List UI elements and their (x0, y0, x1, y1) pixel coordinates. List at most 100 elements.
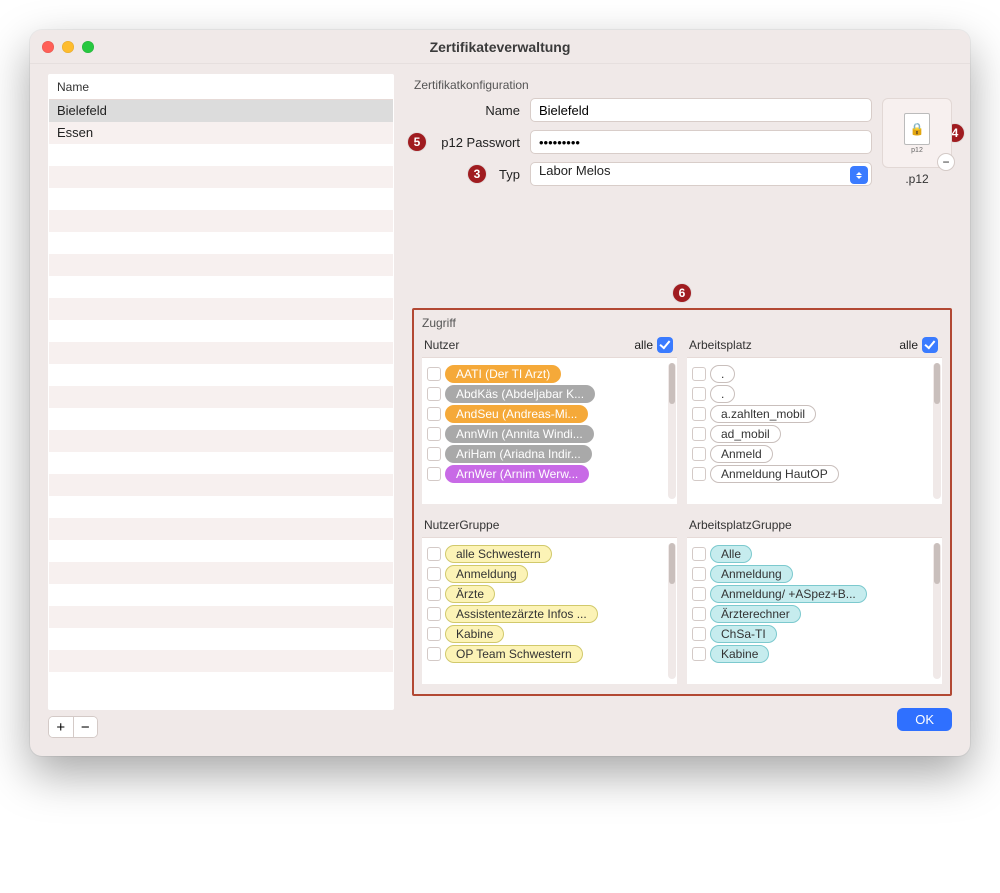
checkbox[interactable] (427, 387, 441, 401)
tag-row[interactable]: a.zahlten_mobil (692, 405, 937, 423)
tag-row[interactable]: Anmeldung (692, 565, 937, 583)
tag-row[interactable]: Kabine (427, 625, 672, 643)
list-row (49, 320, 393, 342)
type-select[interactable]: Labor Melos (530, 162, 872, 186)
checkbox[interactable] (692, 647, 706, 661)
checkbox[interactable] (692, 367, 706, 381)
checkbox[interactable] (692, 407, 706, 421)
list-row (49, 584, 393, 606)
titlebar: Zertifikateverwaltung (30, 30, 970, 64)
tag-label: Ärzte (445, 585, 495, 603)
checkbox[interactable] (692, 447, 706, 461)
arbeitsplatz-all-checkbox[interactable] (922, 337, 938, 353)
ok-button[interactable]: OK (897, 708, 952, 731)
hint-3-icon: 3 (468, 165, 486, 183)
tag-label: . (710, 365, 735, 383)
tag-label: Anmeld (710, 445, 773, 463)
tag-row[interactable]: AndSeu (Andreas-Mi... (427, 405, 672, 423)
tag-row[interactable]: AbdKäs (Abdeljabar K... (427, 385, 672, 403)
remove-button[interactable]: − (74, 717, 98, 737)
tag-row[interactable]: Anmeldung/ +ASpez+B... (692, 585, 937, 603)
checkbox[interactable] (692, 547, 706, 561)
panel-nutzer-title: Nutzer (424, 338, 634, 352)
name-input[interactable] (530, 98, 872, 122)
tag-row[interactable]: Ärzterechner (692, 605, 937, 623)
tag-row[interactable]: Anmeldung HautOP (692, 465, 937, 483)
scrollbar[interactable] (668, 543, 676, 679)
tag-row[interactable]: . (692, 385, 937, 403)
tag-row[interactable]: Anmeldung (427, 565, 672, 583)
tag-label: alle Schwestern (445, 545, 552, 563)
tag-row[interactable]: Alle (692, 545, 937, 563)
tag-row[interactable]: ad_mobil (692, 425, 937, 443)
password-label: p12 Passwort (412, 135, 520, 150)
add-remove-buttons: + − (48, 716, 98, 738)
list-row (49, 540, 393, 562)
checkbox[interactable] (427, 367, 441, 381)
list-row (49, 144, 393, 166)
tag-label: Kabine (445, 625, 504, 643)
list-header-name: Name (49, 75, 393, 100)
checkbox[interactable] (692, 567, 706, 581)
tag-row[interactable]: AriHam (Ariadna Indir... (427, 445, 672, 463)
list-row (49, 430, 393, 452)
checkbox[interactable] (427, 447, 441, 461)
p12-dropzone[interactable]: p12 − (882, 98, 952, 168)
checkbox[interactable] (427, 607, 441, 621)
list-row (49, 210, 393, 232)
list-row (49, 650, 393, 672)
tag-row[interactable]: OP Team Schwestern (427, 645, 672, 663)
scrollbar[interactable] (933, 543, 941, 679)
tag-row[interactable]: Kabine (692, 645, 937, 663)
list-row (49, 386, 393, 408)
list-row (49, 254, 393, 276)
list-row[interactable]: Essen (49, 122, 393, 144)
config-form: Name 5 p12 Passwort 3 Typ Labor Melos (412, 98, 952, 194)
tag-label: Anmeldung (710, 565, 793, 583)
checkbox[interactable] (692, 607, 706, 621)
panel-nutzergruppe-title: NutzerGruppe (424, 518, 673, 532)
checkbox[interactable] (692, 387, 706, 401)
tag-row[interactable]: AnnWin (Annita Windi... (427, 425, 672, 443)
tag-label: Kabine (710, 645, 769, 663)
scrollbar[interactable] (933, 363, 941, 499)
checkbox[interactable] (692, 587, 706, 601)
checkbox[interactable] (427, 647, 441, 661)
tag-row[interactable]: Anmeld (692, 445, 937, 463)
tag-row[interactable]: alle Schwestern (427, 545, 672, 563)
password-input[interactable] (530, 130, 872, 154)
tag-row[interactable]: ChSa-TI (692, 625, 937, 643)
tag-row[interactable]: Ärzte (427, 585, 672, 603)
name-label: Name (412, 103, 520, 118)
nutzer-all-checkbox[interactable] (657, 337, 673, 353)
list-row (49, 166, 393, 188)
checkbox[interactable] (427, 587, 441, 601)
tag-row[interactable]: . (692, 365, 937, 383)
tag-label: Anmeldung (445, 565, 528, 583)
scrollbar[interactable] (668, 363, 676, 499)
panel-arbeitsplatzgruppe-title: ArbeitsplatzGruppe (689, 518, 938, 532)
remove-p12-button[interactable]: − (937, 153, 955, 171)
hint-6-icon: 6 (673, 284, 691, 302)
checkbox[interactable] (427, 567, 441, 581)
tag-row[interactable]: Assistentezärzte Infos ... (427, 605, 672, 623)
add-button[interactable]: + (49, 717, 74, 737)
checkbox[interactable] (427, 407, 441, 421)
list-row[interactable]: Bielefeld (49, 100, 393, 122)
tag-label: OP Team Schwestern (445, 645, 583, 663)
checkbox[interactable] (427, 427, 441, 441)
panel-arbeitsplatz: Arbeitsplatz alle ..a.zahlten_mobilad_mo… (687, 334, 942, 504)
tag-row[interactable]: AATI (Der TI Arzt) (427, 365, 672, 383)
tag-label: AriHam (Ariadna Indir... (445, 445, 592, 463)
tag-label: a.zahlten_mobil (710, 405, 816, 423)
checkbox[interactable] (427, 547, 441, 561)
checkbox[interactable] (692, 627, 706, 641)
checkbox[interactable] (692, 427, 706, 441)
content: Name BielefeldEssen + − Zertifikatkonfig… (30, 64, 970, 756)
list-row (49, 342, 393, 364)
checkbox[interactable] (692, 467, 706, 481)
tag-row[interactable]: ArnWer (Arnim Werw... (427, 465, 672, 483)
access-frame: Zugriff Nutzer alle AATI (Der TI Arzt)Ab… (412, 308, 952, 696)
checkbox[interactable] (427, 627, 441, 641)
checkbox[interactable] (427, 467, 441, 481)
